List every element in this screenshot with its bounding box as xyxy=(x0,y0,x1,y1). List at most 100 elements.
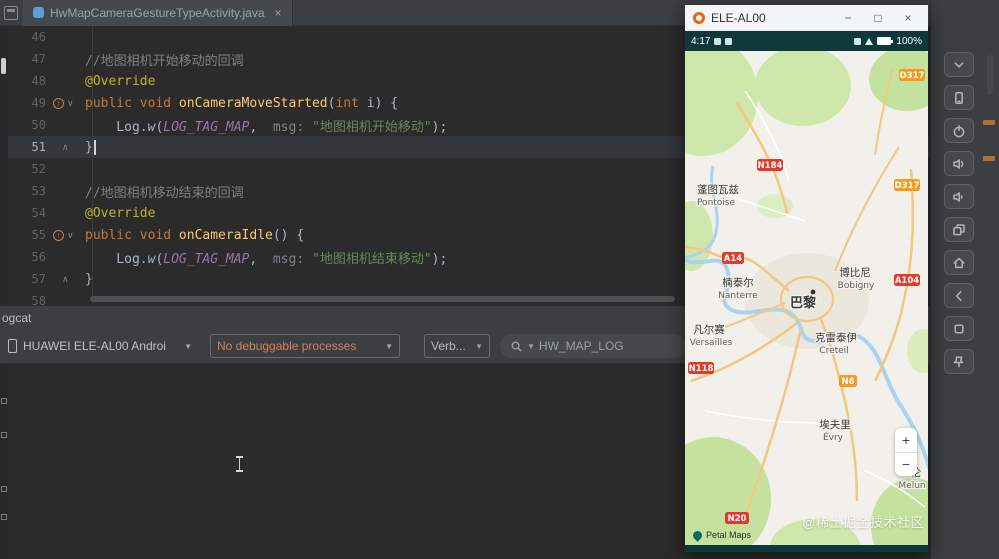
collapse-button[interactable] xyxy=(944,52,974,77)
chevron-down-icon: ▼ xyxy=(527,341,535,351)
pin-icon xyxy=(953,355,964,367)
nfc-icon xyxy=(854,37,862,45)
attribution-label: Petal Maps xyxy=(706,530,752,540)
gutter-icons: ∧ xyxy=(52,142,82,152)
horizontal-scrollbar[interactable] xyxy=(90,296,675,302)
gutter-icons: ↑ ∨ xyxy=(52,229,82,241)
svg-text:Creteil: Creteil xyxy=(819,346,848,356)
copy-screen-button[interactable] xyxy=(944,217,974,242)
line-number[interactable]: 57 xyxy=(8,272,52,286)
zoom-out-button[interactable]: − xyxy=(895,453,917,477)
error-stripe-mark[interactable] xyxy=(983,120,995,125)
map-screen[interactable]: D317 N184 D317 A14 A104 N118 N6 N20 蓬图瓦兹… xyxy=(685,51,928,545)
fold-icon[interactable]: ∧ xyxy=(62,274,69,284)
close-tab-icon[interactable]: × xyxy=(275,6,282,20)
svg-text:Versailles: Versailles xyxy=(690,338,733,348)
log-level-selector[interactable]: Verb... ▼ xyxy=(424,334,490,358)
override-icon[interactable]: ↑ xyxy=(53,229,64,241)
recents-button[interactable] xyxy=(944,316,974,341)
petal-maps-logo-icon xyxy=(691,528,704,542)
device-selector[interactable]: HUAWEI ELE-AL00 Androi ▼ xyxy=(2,334,198,358)
tab-title: HwMapCameraGestureTypeActivity.java xyxy=(50,5,265,20)
code-text: //地图相机移动结束的回调 xyxy=(85,185,244,201)
toolwindow-icon[interactable] xyxy=(1,398,7,404)
chevron-down-icon: ▼ xyxy=(475,341,483,351)
copy-icon xyxy=(953,223,965,235)
zoom-in-button[interactable]: + xyxy=(895,428,917,452)
maximize-button[interactable]: □ xyxy=(866,11,890,25)
svg-text:蓬图瓦兹: 蓬图瓦兹 xyxy=(697,184,739,196)
line-number[interactable]: 50 xyxy=(8,118,52,132)
battery-icon xyxy=(877,37,894,45)
device-window-titlebar[interactable]: ELE-AL00 − □ × xyxy=(685,5,928,31)
screen-mirror-button[interactable] xyxy=(944,85,974,110)
recents-icon xyxy=(954,323,964,334)
line-number[interactable]: 46 xyxy=(8,30,52,44)
svg-text:Nanterre: Nanterre xyxy=(718,291,758,301)
signal-icon xyxy=(865,37,874,45)
toolwindow-icon[interactable] xyxy=(1,514,7,520)
chevron-down-icon xyxy=(954,61,964,68)
line-number[interactable]: 55 xyxy=(8,228,52,242)
line-number[interactable]: 53 xyxy=(8,184,52,198)
close-button[interactable]: × xyxy=(896,11,920,25)
logcat-search-input[interactable]: ▼ HW_MAP_LOG xyxy=(500,334,686,358)
home-button[interactable] xyxy=(944,250,974,275)
status-time: 4:17 xyxy=(691,35,711,47)
line-number[interactable]: 56 xyxy=(8,250,52,264)
code-text: Log.w(LOG_TAG_MAP, msg: "地图相机结束移动"); xyxy=(85,251,448,267)
search-query: HW_MAP_LOG xyxy=(538,339,624,353)
svg-text:Bobigny: Bobigny xyxy=(838,281,875,291)
device-selector-value: HUAWEI ELE-AL00 Androi xyxy=(23,339,166,353)
code-text: @Override xyxy=(85,73,156,89)
log-level-value: Verb... xyxy=(431,339,466,353)
gutter-icons: ↑ ∨ xyxy=(52,97,82,109)
back-icon xyxy=(955,290,962,301)
device-window-title: ELE-AL00 xyxy=(711,10,766,25)
scrollbar-thumb[interactable] xyxy=(987,55,993,95)
svg-text:A104: A104 xyxy=(895,276,919,286)
java-file-icon xyxy=(33,7,44,18)
svg-text:N118: N118 xyxy=(689,364,714,374)
line-number[interactable]: 48 xyxy=(8,74,52,88)
error-stripe-mark[interactable] xyxy=(983,156,995,161)
window-icon[interactable] xyxy=(4,5,18,20)
svg-text:埃夫里: 埃夫里 xyxy=(819,418,851,431)
volume-up-button[interactable] xyxy=(944,151,974,176)
device-mirror-window: ELE-AL00 − □ × 4:17 100% D317 N184 D317 … xyxy=(685,5,928,552)
editor-tab[interactable]: HwMapCameraGestureTypeActivity.java × xyxy=(23,0,293,26)
map-attribution: Petal Maps xyxy=(691,528,752,542)
line-number[interactable]: 47 xyxy=(8,52,52,66)
power-icon xyxy=(953,124,965,137)
toolwindow-icon[interactable] xyxy=(1,432,7,438)
svg-text:凡尔赛: 凡尔赛 xyxy=(693,323,725,336)
phone-icon xyxy=(8,339,17,353)
power-button[interactable] xyxy=(944,118,974,143)
code-text: //地图相机开始移动的回调 xyxy=(85,53,244,69)
fold-icon[interactable]: ∨ xyxy=(67,230,74,240)
svg-text:Évry: Évry xyxy=(823,431,844,443)
back-button[interactable] xyxy=(944,283,974,308)
toolwindow-icon[interactable] xyxy=(1,486,7,492)
volume-down-button[interactable] xyxy=(944,184,974,209)
mouse-text-cursor xyxy=(234,456,244,473)
fold-icon[interactable]: ∧ xyxy=(62,142,69,152)
line-number[interactable]: 51 xyxy=(8,140,52,154)
svg-text:博比尼: 博比尼 xyxy=(839,266,871,279)
map-canvas[interactable]: D317 N184 D317 A14 A104 N118 N6 N20 蓬图瓦兹… xyxy=(685,51,928,545)
svg-text:D317: D317 xyxy=(900,71,925,81)
pin-button[interactable] xyxy=(944,349,974,374)
process-selector[interactable]: No debuggable processes ▼ xyxy=(210,334,400,358)
code-text: } xyxy=(85,271,93,287)
battery-percent: 100% xyxy=(896,35,922,47)
fold-icon[interactable]: ∨ xyxy=(67,98,74,108)
app-logo-icon xyxy=(693,11,705,24)
override-icon[interactable]: ↑ xyxy=(53,97,64,109)
notification-icon xyxy=(714,37,722,45)
line-number[interactable]: 58 xyxy=(8,294,52,305)
line-number[interactable]: 49 xyxy=(8,96,52,110)
code-text: public void onCameraIdle() { xyxy=(85,227,305,243)
line-number[interactable]: 52 xyxy=(8,162,52,176)
line-number[interactable]: 54 xyxy=(8,206,52,220)
minimize-button[interactable]: − xyxy=(836,11,860,25)
